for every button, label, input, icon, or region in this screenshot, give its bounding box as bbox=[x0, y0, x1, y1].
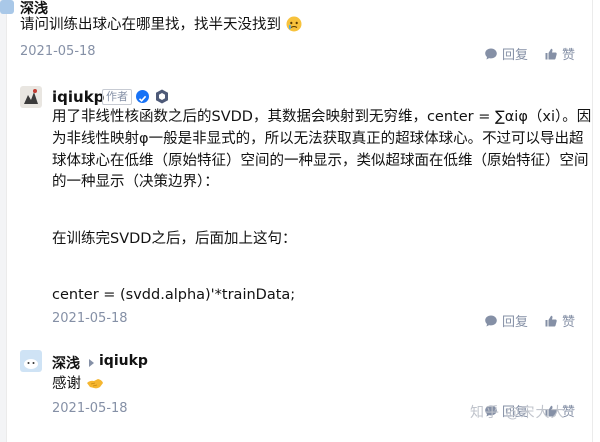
reply-label: 回复 bbox=[502, 315, 529, 330]
comment-date: 2021-05-18 bbox=[52, 401, 128, 416]
comment-username[interactable]: iqiukp bbox=[52, 88, 104, 106]
comment-text-line: 为非线性映射φ一般是非显式的，所以无法获取真正的超球体球心。不过可以导出超 bbox=[52, 131, 584, 147]
reply-to-username[interactable]: iqiukp bbox=[99, 353, 148, 369]
reply-label: 回复 bbox=[502, 48, 529, 63]
comment-text-line: 的一种显示（决策边界）： bbox=[52, 174, 219, 190]
reply-arrow-icon bbox=[89, 359, 94, 367]
author-badge: 作者 bbox=[102, 89, 132, 105]
avatar[interactable] bbox=[20, 86, 42, 108]
avatar[interactable] bbox=[0, 0, 14, 14]
avatar[interactable] bbox=[20, 350, 42, 372]
comment-text-body: 请问训练出球心在哪里找，找半天没找到 bbox=[20, 17, 281, 33]
thread-divider bbox=[6, 0, 7, 442]
like-label: 赞 bbox=[562, 315, 576, 330]
reply-button[interactable]: 回复 bbox=[484, 311, 528, 330]
like-button[interactable]: 赞 bbox=[544, 311, 575, 330]
reply-bubble-icon bbox=[485, 48, 497, 59]
comment-code-line: center = (svdd.alpha)'*trainData; bbox=[52, 287, 296, 303]
comment-text: 感谢 bbox=[52, 373, 104, 395]
reply-bubble-icon bbox=[485, 315, 497, 326]
comment-text-body: 感谢 bbox=[52, 376, 81, 392]
panel-border bbox=[592, 0, 593, 442]
like-label: 赞 bbox=[562, 48, 576, 63]
comment-date: 2021-05-18 bbox=[52, 311, 128, 326]
handshake-emoji bbox=[86, 379, 103, 389]
comment-username[interactable]: 深浅 bbox=[52, 353, 80, 373]
thumbs-up-icon bbox=[545, 48, 557, 59]
verified-check-icon bbox=[136, 90, 149, 103]
comment-text-line: 球体球心在低维（原始特征）空间的一种显示，类似超球面在低维（原始特征）空间 bbox=[52, 153, 589, 169]
thumbs-up-icon bbox=[545, 315, 557, 326]
like-button[interactable]: 赞 bbox=[544, 44, 575, 63]
comment-text-line: 在训练完SVDD之后，后面加上这句： bbox=[52, 231, 297, 247]
watermark: 知乎 @宋大大 bbox=[470, 405, 566, 421]
hexagon-level-icon bbox=[156, 89, 168, 104]
crying-face-emoji bbox=[286, 16, 302, 32]
comment-text-line: 用了非线性核函数之后的SVDD，其数据会映射到无穷维，center = ∑αiφ… bbox=[52, 109, 592, 125]
reply-button[interactable]: 回复 bbox=[484, 44, 528, 63]
comment-text: 请问训练出球心在哪里找，找半天没找到 bbox=[20, 14, 302, 36]
comment-date: 2021-05-18 bbox=[20, 44, 96, 59]
